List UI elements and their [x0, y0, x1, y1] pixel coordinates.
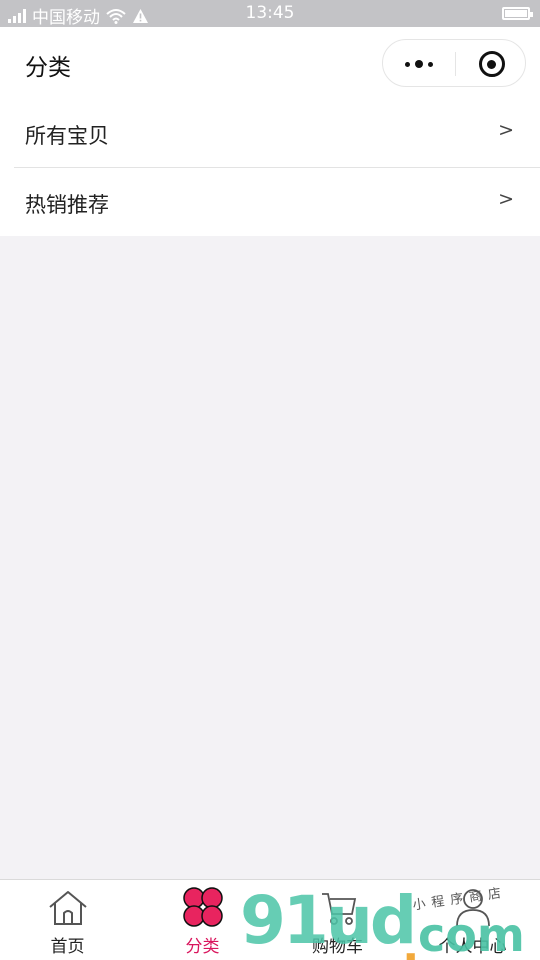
tab-label: 分类: [185, 937, 220, 957]
cart-icon: [322, 893, 357, 925]
status-time: 13:45: [245, 3, 295, 23]
category-item-hot[interactable]: 热销推荐 >: [0, 168, 540, 236]
tab-home[interactable]: 首页: [0, 880, 135, 960]
chevron-right-icon: >: [498, 119, 514, 141]
category-item-all[interactable]: 所有宝贝 >: [0, 99, 540, 167]
tab-label: 购物车: [312, 937, 363, 957]
close-button[interactable]: [456, 40, 527, 88]
status-bar: 中国移动 13:45: [0, 0, 540, 28]
tab-profile[interactable]: 个人中心: [405, 880, 540, 960]
tab-label: 个人中心: [438, 937, 507, 957]
more-dots-icon: [405, 61, 410, 67]
user-icon: [456, 889, 490, 927]
target-icon: [478, 51, 505, 77]
tab-bar: 首页 分类 购物车 个人中心: [0, 879, 540, 960]
clover-icon: [183, 887, 223, 927]
battery-icon: [502, 7, 533, 20]
tab-cart[interactable]: 购物车: [270, 880, 405, 960]
category-label: 热销推荐: [25, 193, 109, 217]
category-label: 所有宝贝: [25, 124, 109, 148]
tab-category[interactable]: 分类: [135, 880, 270, 960]
nav-header: 分类: [0, 27, 540, 99]
more-button[interactable]: [383, 40, 455, 88]
category-list: 所有宝贝 > 热销推荐 >: [0, 99, 540, 236]
chevron-right-icon: >: [498, 188, 514, 210]
tab-label: 首页: [50, 937, 85, 957]
page-title: 分类: [25, 55, 71, 81]
home-icon: [49, 891, 87, 925]
mini-program-capsule: [382, 39, 526, 87]
screen: 中国移动 13:45 分类 所有宝贝 > 热销推荐 > 首页 分类 购物车 个人…: [0, 0, 540, 960]
